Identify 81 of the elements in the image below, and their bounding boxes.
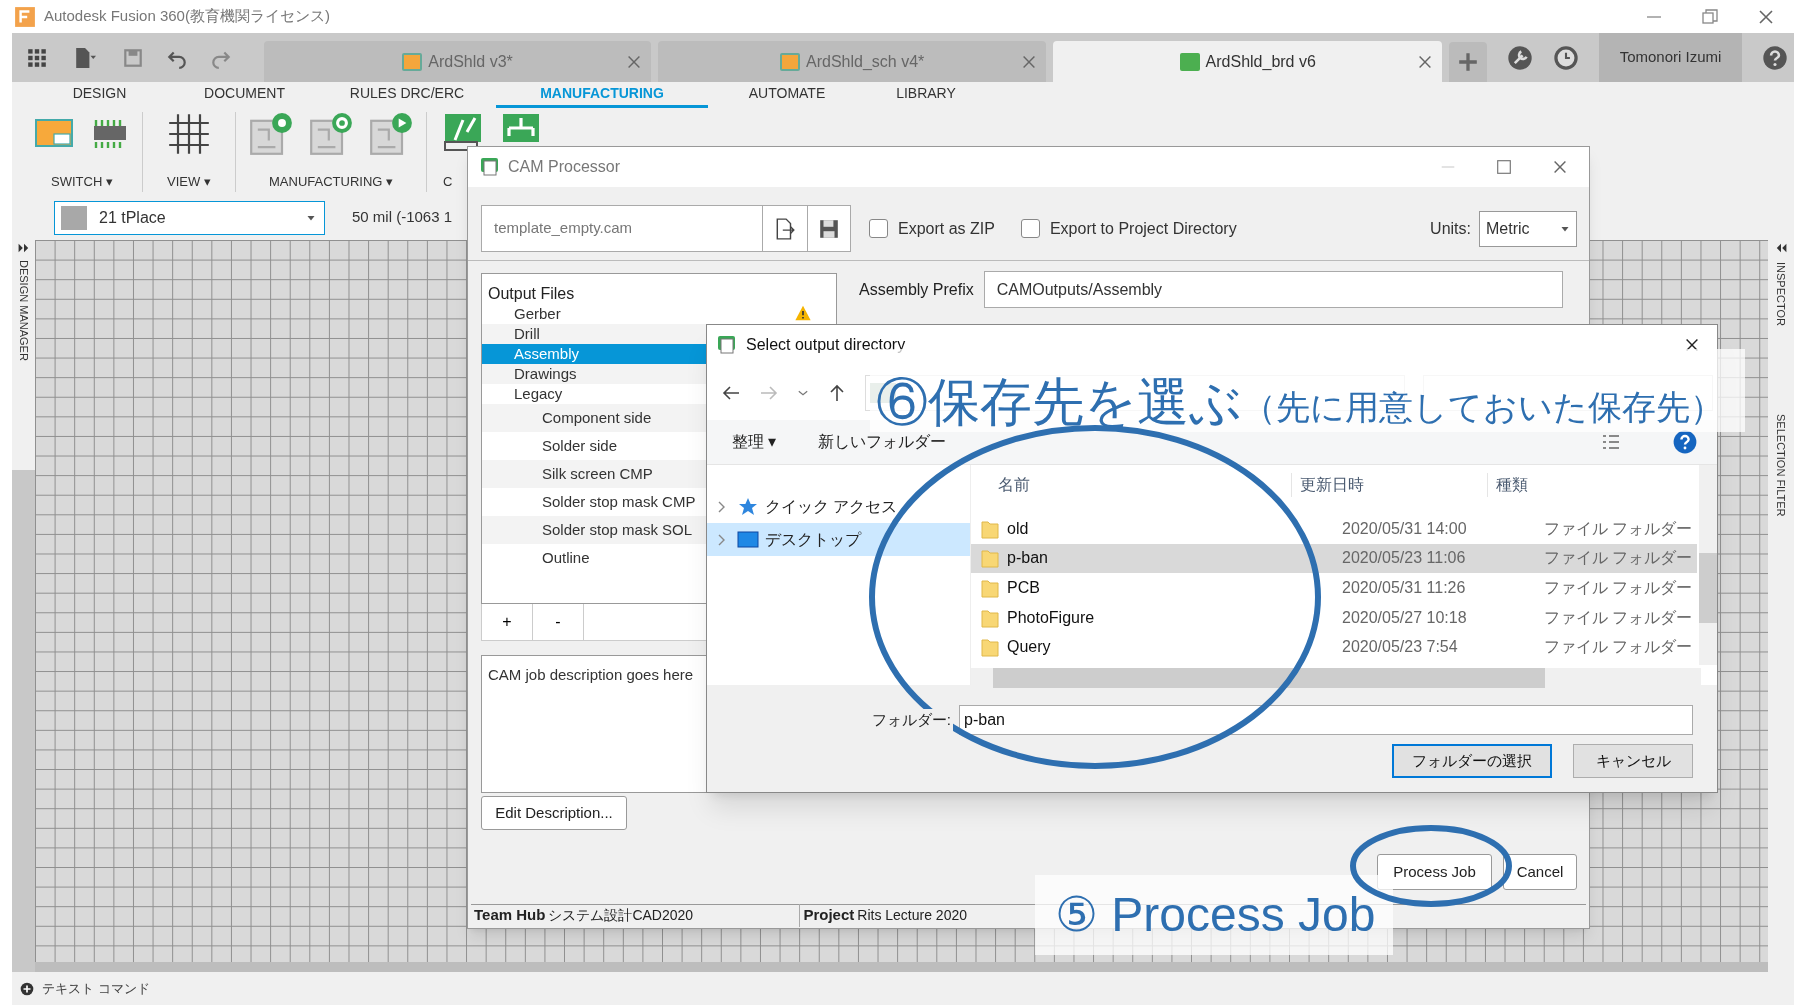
horizontal-scrollbar[interactable] bbox=[971, 668, 1701, 688]
folder-field[interactable]: p-ban bbox=[959, 705, 1693, 735]
dialog-title: CAM Processor bbox=[508, 157, 621, 177]
status-value: Rits Lecture 2020 bbox=[857, 906, 968, 925]
toolbar-group-label[interactable]: VIEW ▾ bbox=[167, 172, 211, 192]
side-panel-label[interactable]: SELECTION FILTER bbox=[1772, 414, 1790, 517]
folder-row[interactable]: old 2020/05/31 14:00 ファイル フォルダー bbox=[971, 514, 1697, 544]
layer-dropdown[interactable]: 21 tPlace bbox=[54, 200, 325, 235]
collapse-icon[interactable] bbox=[1774, 242, 1788, 254]
folder-icon bbox=[981, 578, 999, 598]
board-eye-icon[interactable] bbox=[248, 112, 294, 156]
plus-icon bbox=[1457, 50, 1479, 73]
select-folder-button[interactable]: フォルダーの選択 bbox=[1392, 744, 1552, 778]
units-dropdown[interactable]: Metric bbox=[1479, 210, 1577, 247]
cancel-button[interactable]: キャンセル bbox=[1573, 744, 1693, 778]
star-icon bbox=[737, 496, 759, 517]
round-icon[interactable] bbox=[1507, 44, 1533, 71]
folder-icon bbox=[981, 518, 999, 539]
vertical-scrollbar[interactable] bbox=[1699, 465, 1717, 665]
cancel-button[interactable]: Cancel bbox=[1503, 854, 1577, 890]
folder-icon bbox=[981, 548, 999, 569]
help-icon[interactable] bbox=[1762, 44, 1788, 71]
checkbox-label: Export as ZIP bbox=[898, 218, 995, 239]
side-panel-label[interactable]: INSPECTOR bbox=[1772, 262, 1790, 326]
user-name[interactable]: Tomonori Izumi bbox=[1599, 33, 1742, 82]
folder-icon bbox=[981, 607, 999, 628]
folder-row[interactable]: PCB 2020/05/31 11:26 ファイル フォルダー bbox=[971, 573, 1697, 603]
folder-row[interactable]: Query 2020/05/23 7:54 ファイル フォルダー bbox=[971, 632, 1697, 662]
organize-button[interactable]: 整理 ▾ bbox=[732, 430, 777, 454]
grid-icon[interactable] bbox=[26, 46, 48, 69]
command-field[interactable]: テキスト コマンド bbox=[42, 978, 442, 999]
add-button[interactable]: + bbox=[482, 604, 533, 640]
toolbar-group-label[interactable]: SWITCH ▾ bbox=[51, 172, 113, 192]
toolbar-group-label[interactable]: C bbox=[443, 172, 453, 192]
process-job-button[interactable]: Process Job bbox=[1377, 854, 1492, 890]
column-header[interactable]: 名前 bbox=[971, 473, 1291, 497]
status-label: Team Hub bbox=[473, 905, 547, 926]
units-label: Units: bbox=[1430, 218, 1471, 239]
restore-icon[interactable] bbox=[1700, 6, 1720, 27]
chevron-right-icon[interactable] bbox=[717, 500, 727, 513]
annotation-callout: ⑤ Process Job bbox=[1035, 875, 1393, 955]
ribbon-tab[interactable]: AUTOMATE bbox=[708, 82, 866, 108]
window-title: Autodesk Fusion 360(教育機関ライセンス) bbox=[44, 6, 330, 27]
ribbon-tab[interactable]: LIBRARY bbox=[866, 82, 986, 108]
app-icon bbox=[717, 335, 737, 355]
checkbox[interactable] bbox=[869, 219, 888, 238]
monitor-icon bbox=[737, 530, 759, 549]
app-icon bbox=[480, 157, 500, 177]
expand-icon[interactable] bbox=[16, 242, 31, 254]
probe-icon[interactable] bbox=[443, 112, 483, 152]
ribbon-tab[interactable]: RULES DRC/ERC bbox=[318, 82, 496, 108]
status-value: システム設計CAD2020 bbox=[548, 906, 695, 925]
status-label: Project bbox=[799, 904, 858, 927]
add-circle-icon[interactable] bbox=[20, 981, 34, 996]
list-heading: Output Files bbox=[487, 284, 576, 304]
folder-row[interactable]: p-ban 2020/05/23 11:06 ファイル フォルダー bbox=[971, 543, 1697, 574]
file-tab[interactable]: ArdShld_brd v6 bbox=[1053, 41, 1442, 82]
assembly-prefix-field[interactable]: CAMOutputs/Assembly bbox=[983, 271, 1563, 308]
board-gear-icon[interactable] bbox=[308, 112, 354, 156]
app-logo-icon bbox=[14, 5, 36, 28]
field-label: Assembly Prefix bbox=[859, 279, 974, 300]
grid-icon[interactable] bbox=[167, 112, 211, 156]
checkbox[interactable] bbox=[1020, 219, 1040, 238]
nav-item[interactable]: デスクトップ bbox=[707, 523, 970, 556]
remove-button[interactable]: - bbox=[533, 604, 584, 640]
board-play-icon[interactable] bbox=[368, 112, 414, 156]
column-header[interactable]: 種類 bbox=[1487, 473, 1528, 497]
column-header[interactable]: 更新日時 bbox=[1291, 473, 1487, 497]
folder-icon bbox=[981, 637, 999, 658]
ribbon-tab[interactable]: DESIGN bbox=[28, 82, 171, 108]
chevron-right-icon[interactable] bbox=[717, 533, 727, 546]
new-tab-button[interactable] bbox=[1449, 41, 1487, 82]
save-icon[interactable] bbox=[122, 46, 144, 69]
checkbox-label: Export to Project Directory bbox=[1049, 218, 1237, 239]
maximize-icon[interactable] bbox=[1495, 158, 1513, 176]
ribbon-tab[interactable]: DOCUMENT bbox=[171, 82, 318, 108]
toolbar-group-label[interactable]: MANUFACTURING ▾ bbox=[269, 172, 393, 192]
edit-description-button[interactable]: Edit Description... bbox=[481, 796, 627, 830]
clock-icon[interactable] bbox=[1553, 44, 1579, 71]
coordinates-readout: 50 mil (-1063 1 bbox=[352, 207, 453, 228]
folder-row[interactable]: PhotoFigure 2020/05/27 10:18 ファイル フォルダー bbox=[971, 602, 1697, 633]
